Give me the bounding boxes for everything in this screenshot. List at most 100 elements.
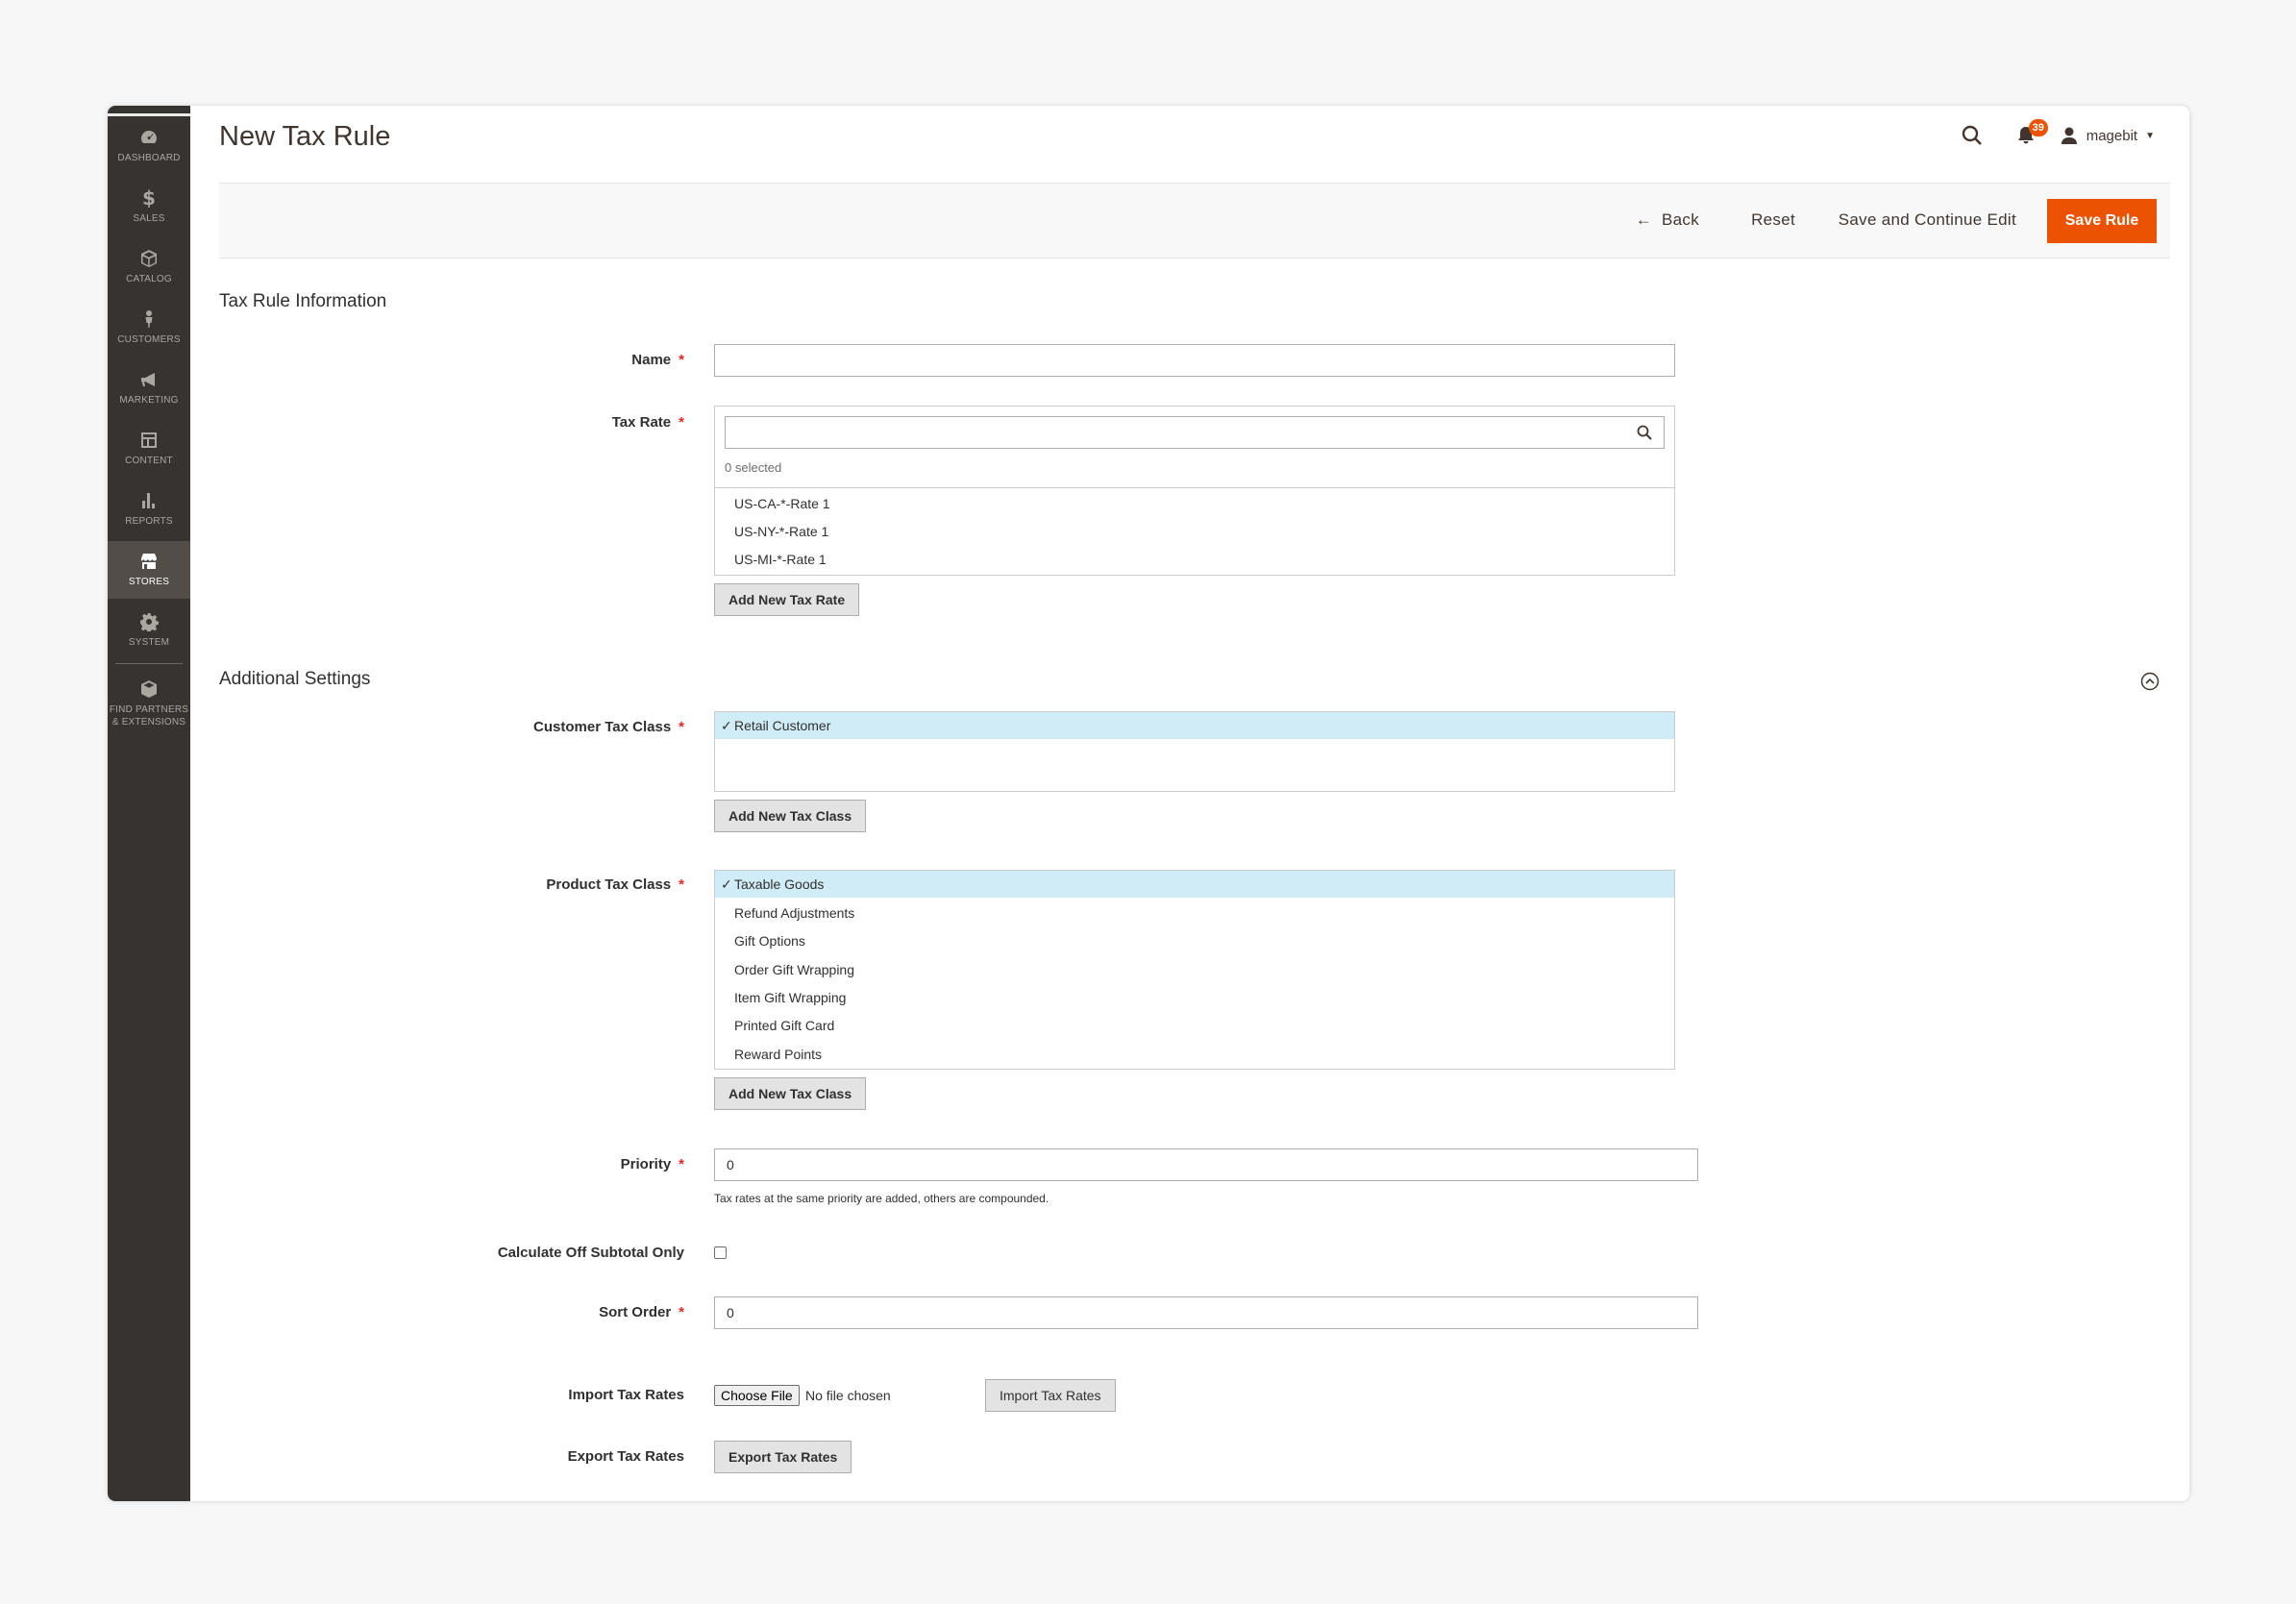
import-tax-rates-label: Import Tax Rates [568, 1387, 684, 1403]
add-new-tax-rate-button[interactable]: Add New Tax Rate [714, 583, 860, 616]
sidebar-item-system[interactable]: SYSTEM [108, 602, 190, 659]
sidebar-item-content[interactable]: CONTENT [108, 420, 190, 478]
svg-text:$: $ [142, 188, 156, 208]
priority-note: Tax rates at the same priority are added… [714, 1192, 1049, 1205]
product-tax-class-multiselect[interactable]: ✓ Taxable Goods Refund Adjustments Gift O… [714, 870, 1675, 1070]
arrow-left-icon: ← [1635, 210, 1652, 229]
sidebar-item-label: FIND PARTNERS & EXTENSIONS [109, 703, 189, 728]
sidebar-item-label: DASHBOARD [117, 153, 181, 163]
customer-tax-class-multiselect[interactable]: ✓ Retail Customer [714, 711, 1675, 792]
page-title: New Tax Rule [219, 121, 391, 152]
product-tax-class-option[interactable]: Item Gift Wrapping [734, 990, 846, 1005]
notifications-count-badge: 39 [2028, 119, 2048, 136]
add-new-product-tax-class-button[interactable]: Add New Tax Class [714, 1077, 867, 1110]
sidebar-item-sales[interactable]: $ SALES [108, 178, 190, 235]
page-actions-bar: ← Back Reset Save and Continue Edit Save … [219, 184, 2170, 259]
dollar-icon: $ [139, 186, 159, 210]
calculate-off-subtotal-checkbox[interactable] [714, 1246, 727, 1259]
export-tax-rates-button[interactable]: Export Tax Rates [714, 1441, 852, 1473]
import-tax-rates-button[interactable]: Import Tax Rates [985, 1379, 1116, 1412]
tax-rate-option[interactable]: US-NY-*-Rate 1 [734, 524, 828, 539]
calculate-off-subtotal-label: Calculate Off Subtotal Only [497, 1245, 684, 1261]
tax-rate-search-panel: 0 selected [714, 406, 1675, 490]
logo-divider [108, 113, 190, 116]
save-and-continue-button[interactable]: Save and Continue Edit [1839, 210, 2016, 230]
required-marker: * [679, 414, 684, 431]
search-icon[interactable] [1636, 424, 1653, 441]
customer-tax-class-label: Customer Tax Class * [533, 719, 684, 735]
priority-label: Priority * [620, 1156, 684, 1172]
product-tax-class-option[interactable]: Gift Options [734, 933, 805, 949]
user-icon [2060, 126, 2079, 145]
product-tax-class-label: Product Tax Class * [546, 876, 684, 893]
user-name: magebit [2086, 127, 2138, 144]
megaphone-icon [139, 370, 159, 389]
save-rule-button[interactable]: Save Rule [2047, 199, 2157, 243]
gear-icon [139, 612, 160, 633]
checkmark-icon: ✓ [721, 876, 732, 892]
sidebar-item-label: SALES [133, 213, 165, 224]
product-tax-class-option[interactable]: Refund Adjustments [734, 905, 854, 921]
search-icon[interactable] [1960, 123, 1985, 148]
sidebar-item-label: REPORTS [125, 516, 173, 527]
storefront-icon [139, 552, 159, 571]
name-input[interactable] [714, 344, 1675, 377]
collapse-section-icon[interactable] [2139, 671, 2160, 692]
bar-chart-icon [139, 491, 159, 510]
chevron-down-icon: ▼ [2145, 130, 2155, 141]
tax-rate-list: US-CA-*-Rate 1 US-NY-*-Rate 1 US-MI-*-Ra… [714, 487, 1675, 576]
product-tax-class-option-selected[interactable]: ✓ Taxable Goods [715, 871, 1674, 898]
choose-file-button[interactable]: Choose File [714, 1385, 800, 1406]
file-status-text: No file chosen [805, 1388, 891, 1403]
sidebar-item-label: CUSTOMERS [117, 334, 181, 345]
notifications-bell-icon[interactable]: 39 [2013, 119, 2048, 148]
sidebar-item-stores[interactable]: STORES [108, 541, 190, 599]
sidebar-item-label: MARKETING [119, 395, 179, 406]
user-menu[interactable]: magebit ▼ [2060, 126, 2155, 145]
sidebar-item-marketing[interactable]: MARKETING [108, 359, 190, 417]
cube-icon [139, 249, 159, 268]
required-marker: * [679, 1304, 684, 1320]
sidebar-item-catalog[interactable]: CATALOG [108, 238, 190, 296]
back-button[interactable]: ← Back [1636, 210, 1699, 230]
customer-tax-class-option-selected[interactable]: ✓ Retail Customer [715, 712, 1674, 739]
sidebar-item-label: SYSTEM [128, 637, 170, 648]
tax-rate-option[interactable]: US-CA-*-Rate 1 [734, 496, 830, 511]
tax-rate-search-input[interactable] [725, 416, 1665, 449]
sidebar-item-label: STORES [128, 577, 170, 587]
reset-button[interactable]: Reset [1751, 210, 1795, 230]
checkmark-icon: ✓ [721, 718, 732, 733]
add-new-customer-tax-class-button[interactable]: Add New Tax Class [714, 800, 867, 832]
product-tax-class-option[interactable]: Printed Gift Card [734, 1018, 834, 1033]
sidebar-item-reports[interactable]: REPORTS [108, 481, 190, 538]
required-marker: * [679, 1156, 684, 1172]
required-marker: * [679, 352, 684, 368]
sidebar-item-customers[interactable]: CUSTOMERS [108, 299, 190, 357]
layout-icon [139, 431, 159, 450]
required-marker: * [679, 719, 684, 735]
sidebar-item-label: CATALOG [126, 274, 172, 284]
box-icon [139, 679, 159, 699]
product-tax-class-option[interactable]: Reward Points [734, 1047, 822, 1062]
admin-sidebar: DASHBOARD $ SALES CATALOG CUSTOMERS MARK… [108, 106, 190, 1501]
required-marker: * [679, 876, 684, 893]
sidebar-divider [115, 663, 183, 664]
sidebar-item-label: CONTENT [125, 456, 173, 466]
sidebar-item-partners[interactable]: FIND PARTNERS & EXTENSIONS [108, 669, 190, 738]
section-title-tax-rule-information: Tax Rule Information [219, 291, 387, 311]
tax-rate-selected-count: 0 selected [725, 460, 782, 475]
tax-rate-label: Tax Rate * [611, 414, 684, 431]
admin-window: DASHBOARD $ SALES CATALOG CUSTOMERS MARK… [108, 106, 2189, 1501]
name-label: Name * [631, 352, 684, 368]
sort-order-label: Sort Order * [599, 1304, 684, 1320]
person-icon [139, 309, 159, 329]
section-title-additional-settings: Additional Settings [219, 669, 371, 689]
sidebar-item-dashboard[interactable]: DASHBOARD [108, 117, 190, 175]
header-actions: 39 magebit ▼ [1960, 119, 2155, 148]
sort-order-input[interactable]: 0 [714, 1296, 1698, 1329]
export-tax-rates-label: Export Tax Rates [567, 1448, 684, 1465]
priority-input[interactable]: 0 [714, 1148, 1698, 1181]
tax-rate-option[interactable]: US-MI-*-Rate 1 [734, 552, 827, 567]
product-tax-class-option[interactable]: Order Gift Wrapping [734, 962, 854, 977]
dashboard-icon [139, 128, 159, 147]
